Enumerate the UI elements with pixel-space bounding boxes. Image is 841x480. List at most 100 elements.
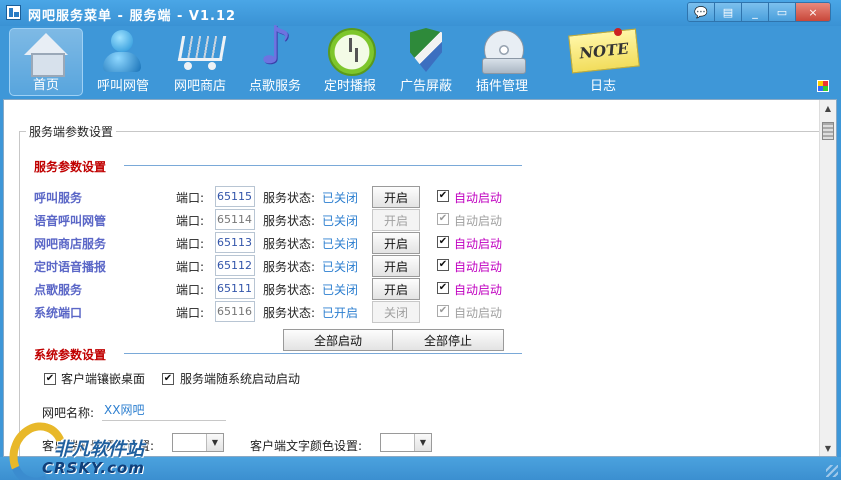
color-palette-icon[interactable] <box>817 80 829 92</box>
status-value: 已关闭 <box>322 260 359 274</box>
toolbar-item-shop[interactable]: 网吧商店 <box>168 28 232 96</box>
disc-icon <box>474 28 530 74</box>
service-name: 语音呼叫网管 <box>34 214 107 228</box>
port-input[interactable] <box>215 278 255 299</box>
music-note-icon <box>247 20 303 74</box>
port-input[interactable] <box>215 186 255 207</box>
autostart-system-checkbox[interactable]: ✔ <box>162 373 174 385</box>
auto-start-checkbox[interactable]: ✔ <box>437 282 449 294</box>
toolbar-item-plugins[interactable]: 插件管理 <box>470 28 534 96</box>
watermark-url: CRSKY.com <box>42 459 145 477</box>
client-text-color-select[interactable] <box>380 433 432 452</box>
toolbar-label: 首页 <box>32 78 59 93</box>
resize-grip-icon[interactable] <box>826 465 838 477</box>
feedback-icon[interactable]: 💬 <box>688 3 715 21</box>
scroll-thumb[interactable] <box>822 122 834 140</box>
start-service-button[interactable]: 开启 <box>372 209 420 231</box>
stop-service-button[interactable]: 关闭 <box>372 301 420 323</box>
settings-panel: 服务端参数设置 服务参数设置 呼叫服务 端口: 服务状态: 已关闭 开启 ✔ 自… <box>3 99 837 457</box>
service-name: 呼叫服务 <box>34 191 83 205</box>
auto-start-label: 自动启动 <box>454 283 503 297</box>
status-value: 已关闭 <box>322 237 359 251</box>
start-all-button[interactable]: 全部启动 <box>283 329 393 351</box>
toolbar-label: 日志 <box>589 79 616 94</box>
status-value: 已开启 <box>322 306 359 320</box>
port-label: 端口: <box>176 191 205 205</box>
auto-start-label: 自动启动 <box>454 306 503 320</box>
service-row: 系统端口 端口: 服务状态: 已开启 关闭 ✔ 自动启动 <box>4 301 564 323</box>
service-name: 系统端口 <box>34 306 83 320</box>
clock-icon <box>322 28 378 76</box>
person-icon <box>95 28 151 74</box>
section-divider <box>124 353 522 354</box>
toolbar-label: 插件管理 <box>475 79 528 94</box>
menu-icon[interactable]: ▤ <box>715 3 742 21</box>
auto-start-label: 自动启动 <box>454 191 503 205</box>
toolbar-label: 广告屏蔽 <box>399 79 452 94</box>
auto-start-checkbox[interactable]: ✔ <box>437 259 449 271</box>
toolbar-item-ad-block[interactable]: 广告屏蔽 <box>394 28 458 96</box>
port-input[interactable] <box>215 232 255 253</box>
maximize-button[interactable]: ▭ <box>769 3 796 21</box>
close-button[interactable]: × <box>796 3 830 21</box>
port-label: 端口: <box>176 237 205 251</box>
status-value: 已关闭 <box>322 214 359 228</box>
scroll-up-icon[interactable]: ▲ <box>820 100 836 116</box>
auto-start-checkbox[interactable]: ✔ <box>437 236 449 248</box>
start-service-button[interactable]: 开启 <box>372 186 420 208</box>
port-label: 端口: <box>176 214 205 228</box>
auto-start-checkbox[interactable]: ✔ <box>437 190 449 202</box>
scroll-down-icon[interactable]: ▼ <box>820 440 836 456</box>
autostart-system-label: 服务端随系统启动启动 <box>180 372 301 386</box>
port-input[interactable] <box>215 255 255 276</box>
auto-start-label: 自动启动 <box>454 260 503 274</box>
port-input[interactable] <box>215 209 255 230</box>
start-service-button[interactable]: 开启 <box>372 278 420 300</box>
toolbar-label: 网吧商店 <box>173 79 226 94</box>
port-label: 端口: <box>176 306 205 320</box>
embed-desktop-checkbox[interactable]: ✔ <box>44 373 56 385</box>
window-controls: 💬 ▤ _ ▭ × <box>687 2 831 22</box>
service-row: 语音呼叫网管 端口: 服务状态: 已关闭 开启 ✔ 自动启动 <box>4 209 564 231</box>
status-label: 服务状态: <box>263 191 316 205</box>
home-icon <box>18 29 74 77</box>
main-toolbar: 首页 呼叫网管 网吧商店 点歌服务 定时播报 广告屏蔽 插件管理 日志 <box>0 20 841 98</box>
status-label: 服务状态: <box>263 237 316 251</box>
auto-start-checkbox[interactable]: ✔ <box>437 213 449 225</box>
service-row: 点歌服务 端口: 服务状态: 已关闭 开启 ✔ 自动启动 <box>4 278 564 300</box>
status-label: 服务状态: <box>263 283 316 297</box>
client-text-color-label: 客户端文字颜色设置: <box>250 439 363 453</box>
group-title: 服务端参数设置 <box>26 123 117 140</box>
toolbar-item-home[interactable]: 首页 <box>9 28 83 96</box>
auto-start-label: 自动启动 <box>454 237 503 251</box>
start-service-button[interactable]: 开启 <box>372 255 420 277</box>
port-input[interactable] <box>215 301 255 322</box>
embed-desktop-label: 客户端镶嵌桌面 <box>61 372 146 386</box>
notepad-icon <box>570 28 636 74</box>
section-divider <box>124 165 522 166</box>
status-value: 已关闭 <box>322 283 359 297</box>
shield-icon <box>398 28 454 74</box>
auto-start-checkbox[interactable]: ✔ <box>437 305 449 317</box>
toolbar-item-call-admin[interactable]: 呼叫网管 <box>92 28 154 96</box>
cafe-name-input[interactable] <box>102 399 226 421</box>
vertical-scrollbar[interactable]: ▲ ▼ <box>819 100 836 456</box>
app-icon <box>6 5 21 20</box>
minimize-button[interactable]: _ <box>742 3 769 21</box>
start-service-button[interactable]: 开启 <box>372 232 420 254</box>
status-label: 服务状态: <box>263 214 316 228</box>
port-label: 端口: <box>176 260 205 274</box>
status-label: 服务状态: <box>263 260 316 274</box>
service-row: 呼叫服务 端口: 服务状态: 已关闭 开启 ✔ 自动启动 <box>4 186 564 208</box>
toolbar-item-scheduled-broadcast[interactable]: 定时播报 <box>318 28 382 96</box>
stop-all-button[interactable]: 全部停止 <box>392 329 504 351</box>
service-row: 网吧商店服务 端口: 服务状态: 已关闭 开启 ✔ 自动启动 <box>4 232 564 254</box>
watermark-text: 非凡软件站 <box>54 439 144 460</box>
service-name: 网吧商店服务 <box>34 237 107 251</box>
client-bg-color-select[interactable] <box>172 433 224 452</box>
toolbar-label: 呼叫网管 <box>96 79 149 94</box>
service-name: 定时语音播报 <box>34 260 107 274</box>
toolbar-item-song-request[interactable]: 点歌服务 <box>243 20 307 96</box>
cart-icon <box>172 28 228 74</box>
toolbar-item-log[interactable]: 日志 <box>564 28 642 96</box>
